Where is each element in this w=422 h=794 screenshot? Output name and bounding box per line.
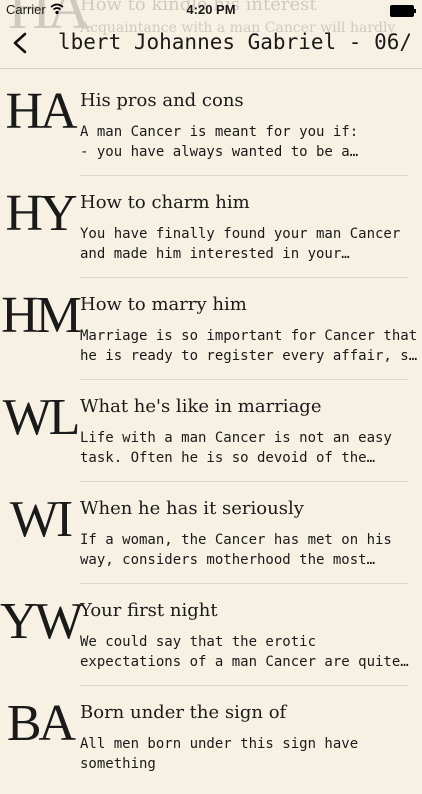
status-time: 4:20 PM — [186, 2, 236, 17]
item-title: What he's like in marriage — [80, 396, 322, 417]
item-description: You have finally found your man Cancer a… — [80, 226, 401, 262]
item-title: How to charm him — [80, 192, 250, 213]
item-title: Born under the sign of — [80, 702, 287, 723]
item-monogram: HY — [5, 185, 77, 242]
item-monogram: WI — [9, 491, 73, 548]
list-item[interactable]: BA Born under the sign of All men born u… — [0, 692, 422, 794]
item-title: His pros and cons — [80, 90, 244, 111]
battery-icon — [390, 5, 416, 17]
item-monogram: HA — [5, 83, 77, 140]
item-description: All men born under this sign have someth… — [80, 736, 359, 772]
article-list: HA His pros and cons A man Cancer is mea… — [0, 80, 422, 794]
item-description: Life with a man Cancer is not an easy ta… — [80, 430, 392, 466]
item-title: How to marry him — [80, 294, 247, 315]
nav-title: lbert Johannes Gabriel - 06/24/1 — [58, 30, 410, 54]
navigation-bar: lbert Johannes Gabriel - 06/24/1 — [0, 20, 422, 69]
item-divider — [80, 685, 408, 686]
list-item[interactable]: WI When he has it seriously If a woman, … — [0, 488, 422, 590]
chevron-left-icon[interactable] — [12, 32, 28, 54]
list-item[interactable]: HM How to marry him Marriage is so impor… — [0, 284, 422, 386]
item-description: If a woman, the Cancer has met on his wa… — [80, 532, 392, 568]
item-divider — [80, 379, 408, 380]
item-description: We could say that the erotic expectation… — [80, 634, 401, 670]
list-item[interactable]: WL What he's like in marriage Life with … — [0, 386, 422, 488]
item-description: A man Cancer is meant for you if: - you … — [80, 124, 359, 160]
item-description: Marriage is so important for Cancer that… — [80, 328, 418, 364]
item-monogram: BA — [6, 695, 76, 752]
list-item[interactable]: HY How to charm him You have finally fou… — [0, 182, 422, 284]
list-item[interactable]: HA His pros and cons A man Cancer is mea… — [0, 80, 422, 182]
status-bar: Carrier 4:20 PM — [0, 0, 422, 20]
item-divider — [80, 175, 408, 176]
item-divider — [80, 277, 408, 278]
list-item[interactable]: YW Your first night We could say that th… — [0, 590, 422, 692]
item-title: When he has it seriously — [80, 498, 304, 519]
item-divider — [80, 583, 408, 584]
item-monogram: HM — [1, 287, 82, 344]
item-title: Your first night — [80, 600, 218, 621]
item-divider — [80, 481, 408, 482]
item-monogram: YW — [0, 593, 84, 650]
item-monogram: WL — [2, 389, 81, 446]
